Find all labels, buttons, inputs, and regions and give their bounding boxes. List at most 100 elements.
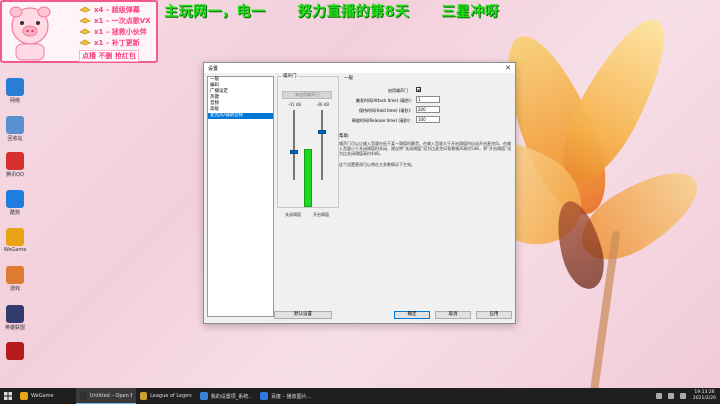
donation-item: x1 – 拯救小伙伴 — [79, 26, 159, 37]
tray-input-icon[interactable] — [679, 393, 686, 399]
enable-noise-gate-checkbox[interactable] — [416, 87, 421, 92]
close-threshold-slider[interactable] — [290, 150, 298, 154]
desktop-shortcut[interactable]: WeGame — [3, 228, 27, 253]
open-threshold-db: -36 dB — [316, 102, 330, 107]
taskbar-app-label: WeGame — [31, 393, 54, 399]
taskbar-app-label: 百度 – 播放图片... — [271, 393, 312, 400]
wegame-icon — [6, 228, 24, 246]
donation-list: x4 – 超级弹幕 x1 – 一次点歌VX x1 – 拯救小伙伴 x1 – 补丁更新 — [79, 4, 159, 48]
taskbar-app-button[interactable]: 我的设置项_系统... — [196, 388, 256, 404]
donation-text: x1 – 补丁更新 — [94, 38, 140, 47]
close-icon[interactable]: ✕ — [505, 64, 511, 72]
hold-time-label: 保持时间(Hold time) (毫秒): — [359, 108, 412, 113]
tray-network-icon[interactable] — [655, 393, 662, 399]
desktop-shortcut-label: WeGame — [3, 247, 27, 253]
open-threshold-track — [321, 110, 323, 180]
taskbar-app-button[interactable]: League of Legends — [136, 388, 196, 404]
app-icon — [260, 392, 268, 400]
general-group-title: 一般 — [344, 76, 353, 81]
taskbar-app-button[interactable]: 百度 – 播放图片... — [256, 388, 316, 404]
attack-time-label: 触发时间(Attack time) (毫秒): — [356, 98, 412, 103]
stream-banner: 主玩网一，电一 努力直播的第8天 三星冲呀 — [164, 1, 531, 21]
app-icon — [80, 391, 87, 400]
settings-dialog: 设置 ✕ 一般 编码 广播设定 热键 音频 高级 麦克风/辅助音频 噪声门 未启用噪声门 -… — [203, 62, 516, 324]
tray-volume-icon[interactable] — [667, 393, 674, 399]
donation-text: x1 – 一次点歌VX — [94, 16, 151, 25]
close-threshold-db: -41 dB — [288, 102, 302, 107]
apply-button[interactable]: 应用 — [476, 311, 512, 319]
help-warning: 这个设置更改可以将在大多数情况下生效。 — [339, 162, 415, 167]
app-icon — [140, 392, 148, 400]
desktop-shortcut[interactable]: 英雄联盟 — [3, 305, 27, 331]
network-icon — [6, 78, 24, 96]
close-threshold-track — [293, 110, 295, 180]
start-button[interactable] — [0, 388, 16, 404]
desktop-shortcut-label: 英雄联盟 — [4, 325, 25, 331]
ok-button[interactable]: 确定 — [394, 311, 430, 319]
cancel-button[interactable]: 取消 — [435, 311, 471, 319]
desktop-shortcut[interactable]: 游戏 — [3, 266, 27, 292]
gift-icon — [79, 28, 91, 35]
clock[interactable]: 19:13:26 2021/2/26 — [689, 390, 720, 402]
app-icon — [20, 392, 28, 400]
help-title: 帮助: — [339, 134, 350, 139]
desktop-shortcut-label: 游戏 — [9, 286, 20, 292]
windows-icon — [4, 392, 12, 400]
donation-item: x1 – 补丁更新 — [79, 37, 159, 48]
desktop-shortcut[interactable]: 腾讯QQ — [3, 152, 27, 178]
donation-text: x4 – 超级弹幕 — [94, 5, 140, 14]
taskbar-app-label: Untitled – Open B... — [89, 392, 132, 399]
release-time-label: 释放时间(Release time) (毫秒): — [352, 118, 411, 123]
settings-nav-item[interactable]: 麦克风/辅助音频 — [208, 113, 273, 119]
help-body: 噪声门可以让输入音量在低于某一阈值时静音，在输入音量大于开启阈值时自动开启麦克风… — [339, 141, 512, 156]
desktop-shortcut-label: 网络 — [9, 98, 20, 104]
clock-date: 2021/2/26 — [692, 396, 716, 401]
app-icon — [200, 392, 208, 400]
banner-text: 主玩网一，电一 — [164, 4, 266, 20]
desktop-shortcut-label: 回收站 — [7, 136, 23, 142]
donation-item: x1 – 一次点歌VX — [79, 15, 159, 26]
close-threshold-label: 关闭阈值 — [285, 212, 301, 217]
meter-group-title: 噪声门 — [282, 73, 298, 79]
desktop-shortcut[interactable]: 酷狗 — [3, 190, 27, 216]
dialog-titlebar[interactable]: 设置 ✕ — [204, 63, 515, 73]
pig-mascot-icon — [9, 6, 51, 61]
release-time-input[interactable]: 100 — [416, 116, 440, 123]
kugou-icon — [6, 190, 24, 208]
desktop-shortcut[interactable]: 回收站 — [3, 116, 27, 142]
donation-text: x1 – 拯救小伙伴 — [94, 27, 147, 36]
stream-overlay: x4 – 超级弹幕 x1 – 一次点歌VX x1 – 拯救小伙伴 x1 – 补丁更新 … — [0, 0, 158, 63]
hold-time-input[interactable]: 200 — [416, 106, 440, 113]
blood-icon — [6, 342, 24, 360]
input-level-bar — [304, 148, 312, 207]
open-threshold-slider[interactable] — [318, 130, 326, 134]
desktop-shortcut[interactable]: 网络 — [3, 78, 27, 104]
taskbar-app-button[interactable]: WeGame — [16, 388, 76, 404]
taskbar-app-label: 我的设置项_系统... — [210, 393, 252, 400]
defaults-button[interactable]: 默认设置 — [274, 311, 332, 319]
lol-icon — [6, 305, 24, 323]
banner-text: 努力直播的第8天 — [297, 4, 410, 20]
attack-time-input[interactable]: 1 — [416, 96, 440, 103]
qq-icon — [6, 152, 24, 170]
game-icon — [6, 266, 24, 284]
noise-gate-meter-group: 噪声门 未启用噪声门 -41 dB -36 dB 关闭阈值 开启阈值 — [277, 73, 339, 217]
gift-icon — [79, 6, 91, 13]
banner-text: 三星冲呀 — [441, 4, 500, 20]
taskbar-apps: WeGame Untitled – Open B... League of Lege… — [16, 388, 316, 404]
open-threshold-label: 开启阈值 — [313, 212, 329, 217]
donation-item: x4 – 超级弹幕 — [79, 4, 159, 15]
donation-notice: 点播 不删 抢红包 — [79, 50, 139, 62]
recycle-bin-icon — [6, 116, 24, 134]
noise-gate-status-button[interactable]: 未启用噪声门 — [282, 91, 332, 99]
settings-nav: 一般 编码 广播设定 热键 音频 高级 麦克风/辅助音频 — [207, 76, 274, 317]
gift-icon — [79, 17, 91, 24]
system-tray: 19:13:26 2021/2/26 — [653, 388, 720, 404]
enable-noise-gate-label: 启用噪声门 — [388, 88, 408, 93]
help-section: 帮助: 噪声门可以让输入音量在低于某一阈值时静音，在输入音量大于开启阈值时自动开… — [339, 134, 512, 167]
taskbar-app-button[interactable]: Untitled – Open B... — [76, 388, 136, 404]
taskbar-app-label: League of Legends — [150, 393, 192, 399]
desktop-shortcut[interactable] — [3, 342, 27, 361]
desktop-shortcut-label: 腾讯QQ — [6, 172, 24, 178]
gift-icon — [79, 39, 91, 46]
